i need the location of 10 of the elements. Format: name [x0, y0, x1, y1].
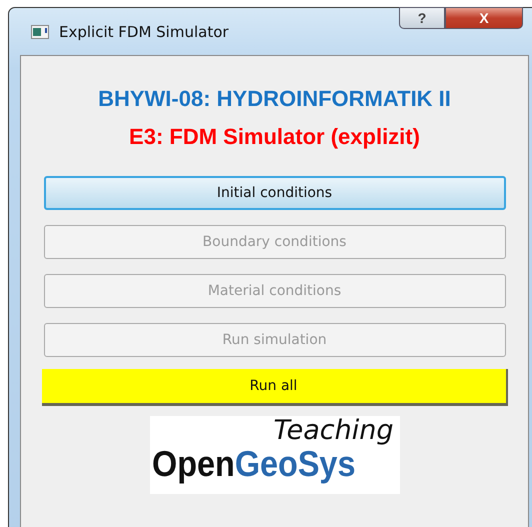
help-button[interactable]: ? [399, 7, 445, 29]
run-all-button[interactable]: Run all [42, 369, 508, 406]
logo-tagline: Teaching [273, 416, 394, 446]
window-title: Explicit FDM Simulator [59, 22, 229, 40]
logo-wordmark: OpenGeoSys [152, 446, 355, 482]
exercise-title: E3: FDM Simulator (explizit) [129, 124, 420, 150]
window-icon [31, 24, 49, 38]
action-button[interactable]: Initial conditions [44, 176, 506, 210]
close-button[interactable]: X [445, 7, 523, 29]
course-title: BHYWI-08: HYDROINFORMATIK II [98, 86, 451, 112]
